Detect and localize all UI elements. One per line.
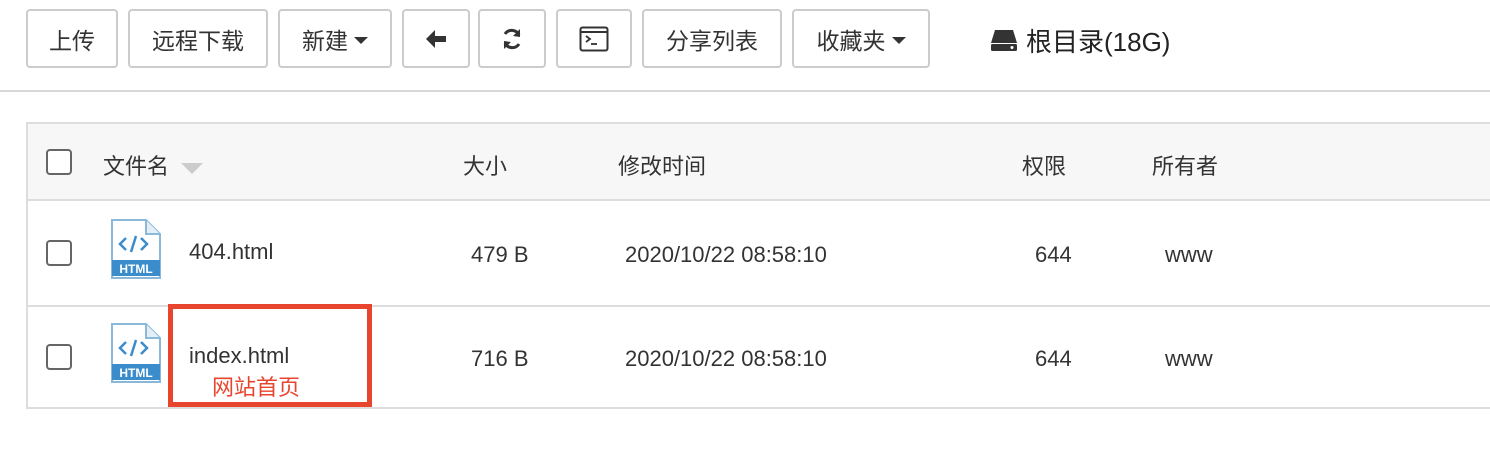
column-modified-header[interactable]: 修改时间 (618, 149, 706, 181)
file-owner[interactable]: www (1165, 242, 1213, 268)
row-checkbox[interactable] (46, 240, 72, 266)
file-size: 479 B (471, 242, 529, 267)
file-size: 716 B (471, 346, 529, 371)
html-file-icon: HTML (111, 323, 161, 383)
select-all-checkbox[interactable] (46, 149, 72, 175)
share-list-button[interactable]: 分享列表 (642, 9, 782, 68)
favorites-label: 收藏夹 (816, 27, 886, 54)
upload-button[interactable]: 上传 (26, 9, 118, 68)
back-button[interactable] (402, 9, 470, 68)
html-file-icon: HTML (111, 219, 161, 279)
refresh-button[interactable] (478, 9, 546, 68)
column-name-label: 文件名 (103, 154, 170, 179)
hard-drive-icon (991, 30, 1017, 51)
disk-label: 根目录(18G) (1026, 26, 1171, 57)
file-permission[interactable]: 644 (1035, 346, 1072, 372)
toolbar: 上传 远程下载 新建 分享列表 收藏夹 根目录(18G) (0, 0, 1490, 92)
annotation-label: 网站首页 (212, 375, 301, 400)
table-row[interactable]: HTML 404.html 479 B 2020/10/22 08:58:10 … (28, 203, 1490, 307)
file-name[interactable]: 404.html (189, 239, 273, 265)
new-label: 新建 (302, 27, 348, 54)
chevron-down-icon (354, 36, 368, 44)
column-name-header[interactable]: 文件名 (103, 149, 204, 181)
column-size-header[interactable]: 大小 (463, 149, 507, 181)
column-owner-header[interactable]: 所有者 (1152, 149, 1218, 181)
remote-download-label: 远程下载 (152, 27, 244, 54)
table-header: 文件名 大小 修改时间 权限 所有者 (28, 124, 1490, 201)
share-list-label: 分享列表 (666, 27, 758, 54)
file-modified: 2020/10/22 08:58:10 (625, 346, 827, 371)
chevron-down-icon (891, 36, 906, 44)
sort-caret-icon (181, 162, 204, 174)
column-permission-header[interactable]: 权限 (1022, 149, 1066, 181)
remote-download-button[interactable]: 远程下载 (128, 9, 268, 68)
html-icon-label: HTML (119, 262, 152, 276)
file-modified: 2020/10/22 08:58:10 (625, 242, 827, 267)
refresh-icon (503, 28, 521, 49)
terminal-icon (579, 26, 609, 51)
disk-root[interactable]: 根目录(18G) (990, 20, 1170, 60)
row-checkbox[interactable] (46, 344, 72, 370)
file-owner[interactable]: www (1165, 346, 1213, 372)
file-permission[interactable]: 644 (1035, 242, 1072, 268)
upload-label: 上传 (49, 27, 95, 54)
html-icon-label: HTML (119, 366, 152, 380)
arrow-left-icon (426, 29, 446, 48)
new-dropdown-button[interactable]: 新建 (278, 9, 392, 68)
terminal-button[interactable] (556, 9, 632, 68)
favorites-dropdown-button[interactable]: 收藏夹 (792, 9, 930, 68)
